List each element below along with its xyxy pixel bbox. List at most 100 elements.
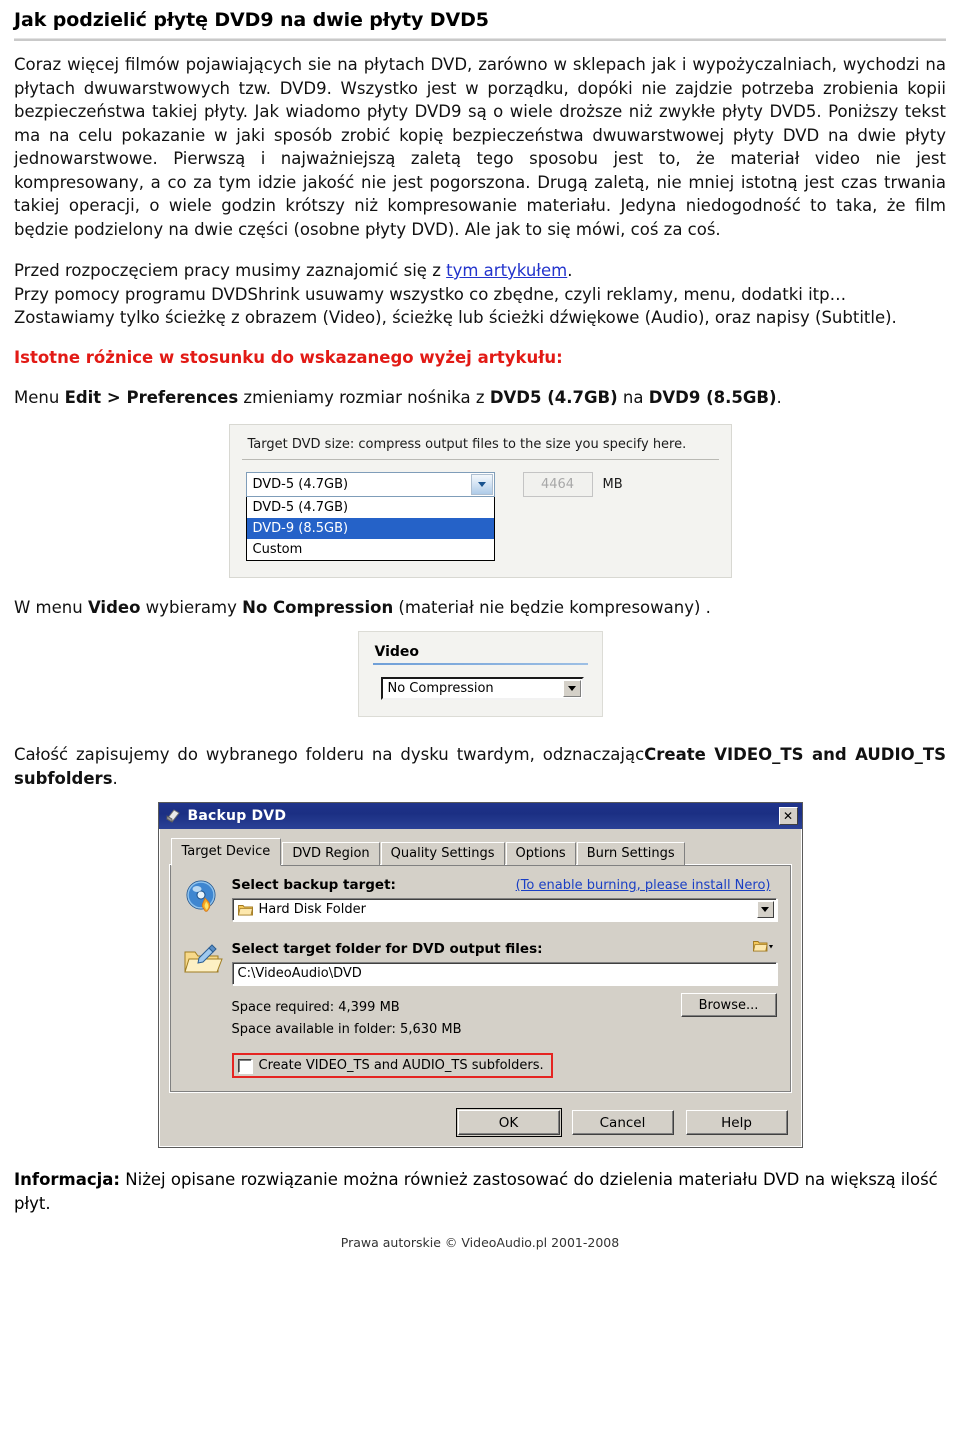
create-subfolders-checkbox[interactable] (237, 1058, 252, 1073)
backup-target-combo[interactable]: Hard Disk Folder (231, 898, 777, 921)
prep-text-before: Przed rozpoczęciem pracy musimy zaznajom… (14, 261, 447, 280)
video-panel: Video No Compression (357, 631, 603, 717)
tab-target-device[interactable]: Target Device (170, 838, 282, 866)
dialog-titlebar: Backup DVD ✕ (158, 803, 802, 829)
menu-mid: zmieniamy rozmiar nośnika z (238, 388, 490, 407)
tab-quality-settings[interactable]: Quality Settings (380, 842, 505, 865)
panel-divider (241, 458, 719, 460)
tab-dvd-region[interactable]: DVD Region (282, 842, 380, 865)
prep-dvdshrink-line: Przy pomocy programu DVDShrink usuwamy w… (14, 284, 847, 304)
browse-button[interactable]: Browse... (680, 993, 777, 1017)
list-item[interactable]: Custom (247, 539, 494, 560)
info-note: Informacja: Niżej opisane rozwiązanie mo… (14, 1168, 946, 1215)
article-link[interactable]: tym artykułem (446, 261, 567, 280)
dvd5-size: DVD5 (4.7GB) (489, 388, 618, 407)
prep-tracks-line: Zostawiamy tylko ścieżkę z obrazem (Vide… (14, 308, 897, 327)
select-backup-target-label: Select backup target: (231, 877, 396, 893)
video-menu-name: Video (87, 597, 141, 617)
target-size-panel: Target DVD size: compress output files t… (228, 423, 732, 578)
dialog-body: Target Device DVD Region Quality Setting… (159, 829, 802, 1099)
dvdshrink-icon (165, 808, 181, 824)
video-compression-combo[interactable]: No Compression (380, 677, 584, 700)
video-panel-divider (372, 663, 588, 665)
video-mid: wybieramy (140, 597, 243, 617)
backup-dvd-dialog: Backup DVD ✕ Target Device DVD Region Qu… (157, 802, 803, 1148)
copyright-footer: Prawa autorskie © VideoAudio.pl 2001-200… (340, 1235, 620, 1250)
target-folder-path: C:\VideoAudio\DVD (237, 966, 362, 981)
list-item[interactable]: DVD-5 (4.7GB) (247, 497, 494, 518)
dialog-footer: OK Cancel Help (159, 1099, 802, 1147)
folder-pencil-icon (182, 939, 228, 985)
backup-target-label-row: Select backup target: (To enable burning… (232, 877, 777, 893)
dvd9-size: DVD9 (8.5GB) (648, 388, 777, 407)
space-available-text: Space available in folder: 5,630 MB (231, 1022, 462, 1037)
target-size-mb-input[interactable]: 4464 (522, 471, 593, 497)
space-info: Space required: 4,399 MB Space available… (232, 993, 681, 1037)
video-prefix: W menu (14, 597, 88, 617)
target-size-combo[interactable]: DVD-5 (4.7GB) DVD-5 (4.7GB) DVD-9 (8.5GB… (245, 471, 495, 561)
save-folder-line: Całość zapisujemy do wybranego folderu n… (14, 743, 946, 790)
target-folder-label-row: Select target folder for DVD output file… (232, 939, 777, 957)
chevron-down-icon[interactable] (562, 680, 581, 697)
dialog-title: Backup DVD (187, 808, 287, 824)
figure-video-compression: Video No Compression (14, 631, 946, 717)
dialog-tabs: Target Device DVD Region Quality Setting… (169, 837, 792, 866)
save-prefix: Całość zapisujemy do wybranego folderu n… (14, 745, 645, 764)
select-target-folder-label: Select target folder for DVD output file… (231, 941, 543, 957)
video-panel-title: Video (374, 644, 420, 660)
help-button[interactable]: Help (685, 1110, 788, 1135)
install-nero-link[interactable]: (To enable burning, please install Nero) (516, 878, 777, 893)
target-size-selected-label: DVD-5 (4.7GB) (252, 476, 349, 492)
target-folder-row: Select target folder for DVD output file… (182, 939, 777, 1078)
document-page: Jak podzielić płytę DVD9 na dwie płyty D… (0, 0, 960, 1444)
prep-text-after: . (567, 261, 573, 280)
info-text: Niżej opisane rozwiązanie można również … (14, 1170, 938, 1213)
cancel-button[interactable]: Cancel (571, 1110, 674, 1135)
folder-dropdown-icon[interactable] (752, 939, 777, 953)
create-subfolders-label: Create VIDEO_TS and AUDIO_TS subfolders. (258, 1058, 544, 1073)
folder-icon (237, 903, 253, 916)
save-suffix: . (112, 768, 118, 788)
list-item[interactable]: DVD-9 (8.5GB) (246, 517, 494, 539)
info-label: Informacja: (14, 1170, 121, 1189)
figure-target-dvd-size: Target DVD size: compress output files t… (14, 423, 946, 578)
backup-target-fields: Select backup target: (To enable burning… (228, 877, 777, 921)
ok-button[interactable]: OK (455, 1108, 562, 1137)
close-icon[interactable]: ✕ (778, 807, 798, 825)
target-size-mb-unit: MB (602, 476, 623, 492)
menu-na: na (617, 388, 649, 407)
burn-disc-icon (182, 877, 228, 923)
intro-paragraph: Coraz więcej filmów pojawiających sie na… (14, 55, 946, 239)
tab-burn-settings[interactable]: Burn Settings (576, 842, 685, 865)
menu-preferences-line: Menu Edit > Preferences zmieniamy rozmia… (14, 386, 946, 410)
chevron-down-icon[interactable] (470, 473, 493, 495)
video-compression-value: No Compression (387, 681, 494, 696)
menu-path: Edit > Preferences (64, 388, 239, 407)
space-and-browse-row: Space required: 4,399 MB Space available… (232, 993, 777, 1037)
prep-link-line: Przed rozpoczęciem pracy musimy zaznajom… (14, 259, 946, 283)
target-size-caption: Target DVD size: compress output files t… (247, 436, 687, 452)
space-required-text: Space required: 4,399 MB (231, 1000, 400, 1015)
backup-target-value: Hard Disk Folder (258, 902, 366, 917)
title-divider (14, 38, 946, 41)
tab-options[interactable]: Options (505, 842, 576, 865)
target-folder-input[interactable]: C:\VideoAudio\DVD (231, 962, 777, 985)
menu-end: . (776, 388, 782, 407)
menu-prefix: Menu (14, 388, 65, 407)
figure-backup-dvd-dialog: Backup DVD ✕ Target Device DVD Region Qu… (14, 802, 946, 1148)
target-folder-fields: Select target folder for DVD output file… (228, 939, 777, 1078)
chevron-down-icon[interactable] (756, 901, 774, 918)
no-compression-name: No Compression (242, 597, 394, 617)
target-size-combo-value[interactable]: DVD-5 (4.7GB) (245, 471, 495, 497)
page-title: Jak podzielić płytę DVD9 na dwie płyty D… (14, 9, 489, 31)
target-device-panel: Select backup target: (To enable burning… (168, 864, 792, 1093)
backup-target-row: Select backup target: (To enable burning… (182, 877, 777, 923)
target-size-option-list[interactable]: DVD-5 (4.7GB) DVD-9 (8.5GB) Custom (245, 496, 495, 561)
create-subfolders-highlight: Create VIDEO_TS and AUDIO_TS subfolders. (231, 1053, 553, 1078)
video-menu-line: W menu Video wybieramy No Compression (m… (14, 596, 946, 620)
important-differences-heading: Istotne różnice w stosunku do wskazanego… (14, 348, 563, 367)
video-suffix: (materiał nie będzie kompresowany) . (393, 597, 711, 617)
